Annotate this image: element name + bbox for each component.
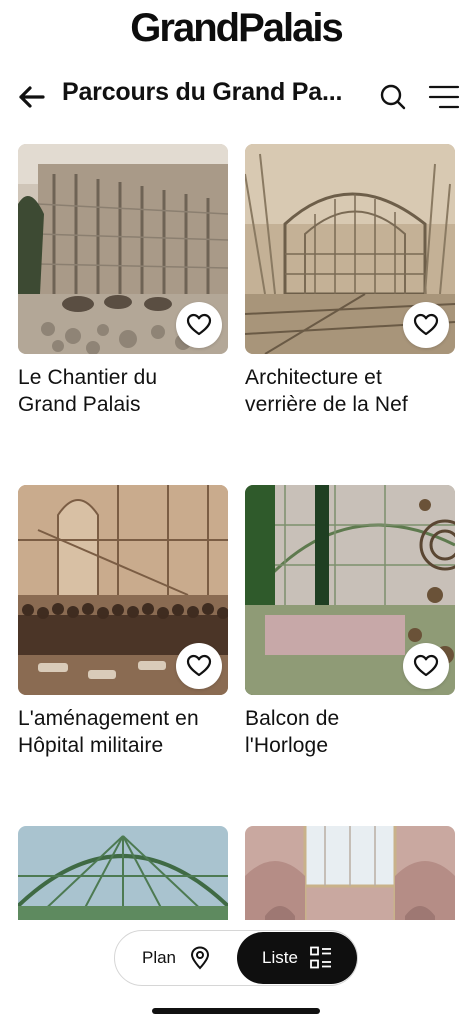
heart-outline-icon xyxy=(413,313,439,336)
parcours-grid: Le Chantier du Grand Palais Architecture… xyxy=(0,144,472,920)
list-view-icon xyxy=(310,946,331,969)
page-title: Parcours du Grand Pa... xyxy=(62,78,343,106)
card-image xyxy=(245,144,455,354)
card-image xyxy=(18,485,228,695)
card-title-line: Architecture et xyxy=(245,366,382,389)
card-architecture[interactable]: Architecture et verrière de la Nef xyxy=(245,144,455,418)
card-title: Le Chantier du Grand Palais xyxy=(18,364,228,418)
card-image xyxy=(18,144,228,354)
search-icon xyxy=(380,84,406,110)
menu-icon xyxy=(428,85,460,109)
card-title: Balcon de l'Horloge xyxy=(245,705,455,759)
list-label: Liste xyxy=(262,948,298,967)
card-title-line: Grand Palais xyxy=(18,393,141,416)
view-toggle: Plan Liste xyxy=(114,930,358,986)
app-logo: GrandPalais xyxy=(130,6,343,50)
arrow-left-icon xyxy=(19,86,45,108)
card-galerie[interactable] xyxy=(245,826,455,920)
header: Parcours du Grand Pa... xyxy=(0,74,472,118)
plan-label: Plan xyxy=(141,948,177,967)
card-title-line: Hôpital militaire xyxy=(18,734,164,757)
card-title-line: l'Horloge xyxy=(245,734,329,757)
favorite-button[interactable] xyxy=(176,643,222,689)
card-hopital[interactable]: L'aménagement en Hôpital militaire xyxy=(18,485,228,759)
card-title: Architecture et verrière de la Nef xyxy=(245,364,455,418)
back-button[interactable] xyxy=(14,80,48,114)
card-image xyxy=(18,826,228,920)
search-button[interactable] xyxy=(376,80,410,114)
favorite-button[interactable] xyxy=(403,643,449,689)
heart-outline-icon xyxy=(413,654,439,677)
card-balcon[interactable]: Balcon de l'Horloge xyxy=(245,485,455,759)
map-pin-icon xyxy=(191,946,210,970)
heart-outline-icon xyxy=(186,654,212,677)
heart-outline-icon xyxy=(186,313,212,336)
card-chantier[interactable]: Le Chantier du Grand Palais xyxy=(18,144,228,418)
home-indicator xyxy=(152,1008,320,1014)
card-image xyxy=(245,485,455,695)
menu-button[interactable] xyxy=(426,80,462,114)
card-title: L'aménagement en Hôpital militaire xyxy=(18,705,228,759)
favorite-button[interactable] xyxy=(403,302,449,348)
card-title-line: verrière de la Nef xyxy=(245,393,408,416)
card-title-line: Le Chantier du xyxy=(18,366,158,389)
card-title-line: Balcon de xyxy=(245,707,340,730)
favorite-button[interactable] xyxy=(176,302,222,348)
plan-toggle-button[interactable]: Plan xyxy=(115,931,237,985)
card-title-line: L'aménagement en xyxy=(18,707,199,730)
card-image xyxy=(245,826,455,920)
list-toggle-button[interactable]: Liste xyxy=(237,932,357,984)
card-verriere-dome[interactable] xyxy=(18,826,228,920)
